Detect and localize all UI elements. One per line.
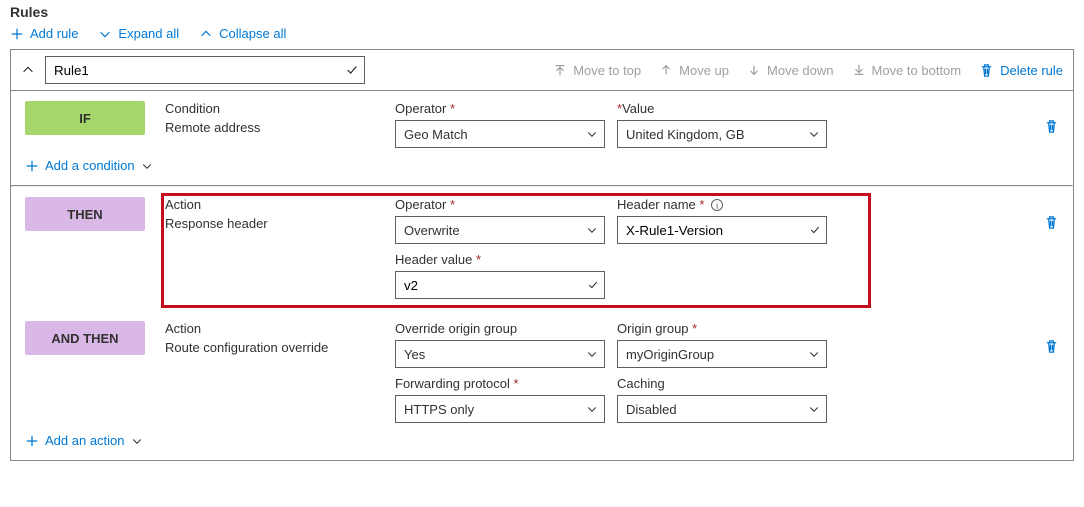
rule-card: Move to top Move up Move down Move to bo… bbox=[10, 49, 1074, 461]
override-origin-group-select[interactable]: Yes bbox=[395, 340, 605, 368]
chevron-down-icon bbox=[131, 435, 143, 447]
chevron-down-icon bbox=[586, 348, 598, 360]
forwarding-protocol-label: Forwarding protocol bbox=[395, 376, 510, 391]
required-marker: * bbox=[450, 101, 455, 116]
plus-icon bbox=[25, 434, 39, 448]
chevron-down-icon bbox=[808, 348, 820, 360]
and-then-badge: AND THEN bbox=[25, 321, 145, 355]
then-operator-label: Operator bbox=[395, 197, 446, 212]
then-operator-value: Overwrite bbox=[404, 223, 460, 238]
chevron-down-icon bbox=[586, 403, 598, 415]
chevron-down-icon bbox=[98, 27, 112, 41]
arrow-down-icon bbox=[747, 63, 761, 77]
condition-value: Remote address bbox=[165, 120, 375, 135]
move-to-bottom-button[interactable]: Move to bottom bbox=[852, 63, 962, 78]
then-section: THEN Action Response header Operator * O… bbox=[11, 187, 1073, 460]
required-marker: * bbox=[514, 376, 519, 391]
if-row: IF Condition Remote address Operator * G… bbox=[11, 91, 1073, 148]
operator-label: Operator bbox=[395, 101, 446, 116]
action-value: Response header bbox=[165, 216, 375, 231]
if-badge: IF bbox=[25, 101, 145, 135]
chevron-down-icon bbox=[808, 128, 820, 140]
add-action-button[interactable]: Add an action bbox=[11, 423, 157, 460]
forwarding-protocol-value: HTTPS only bbox=[404, 402, 474, 417]
chevron-down-icon bbox=[141, 160, 153, 172]
operator-value: Geo Match bbox=[404, 127, 468, 142]
check-icon bbox=[809, 224, 821, 236]
check-icon bbox=[345, 63, 359, 77]
add-rule-button[interactable]: Add rule bbox=[10, 26, 78, 41]
chevron-down-icon bbox=[586, 128, 598, 140]
header-value-input[interactable] bbox=[395, 271, 605, 299]
move-top-icon bbox=[553, 63, 567, 77]
move-to-top-button[interactable]: Move to top bbox=[553, 63, 641, 78]
operator-select[interactable]: Geo Match bbox=[395, 120, 605, 148]
origin-group-value: myOriginGroup bbox=[626, 347, 714, 362]
rule-header: Move to top Move up Move down Move to bo… bbox=[11, 50, 1073, 91]
action2-label: Action bbox=[165, 321, 375, 336]
header-value-label: Header value bbox=[395, 252, 472, 267]
add-condition-button[interactable]: Add a condition bbox=[11, 148, 167, 185]
delete-action2-icon[interactable] bbox=[1044, 339, 1059, 354]
required-marker: * bbox=[450, 197, 455, 212]
action-label: Action bbox=[165, 197, 375, 212]
delete-action-icon[interactable] bbox=[1044, 215, 1059, 230]
then-badge: THEN bbox=[25, 197, 145, 231]
plus-icon bbox=[25, 159, 39, 173]
move-bottom-icon bbox=[852, 63, 866, 77]
override-origin-group-value: Yes bbox=[404, 347, 425, 362]
required-marker: * bbox=[476, 252, 481, 267]
header-name-label: Header name bbox=[617, 197, 696, 212]
action2-value: Route configuration override bbox=[165, 340, 375, 355]
move-down-button[interactable]: Move down bbox=[747, 63, 833, 78]
caching-select[interactable]: Disabled bbox=[617, 395, 827, 423]
add-rule-label: Add rule bbox=[30, 26, 78, 41]
caching-value: Disabled bbox=[626, 402, 677, 417]
info-icon[interactable]: i bbox=[711, 199, 723, 211]
plus-icon bbox=[10, 27, 24, 41]
check-icon bbox=[587, 279, 599, 291]
move-up-label: Move up bbox=[679, 63, 729, 78]
collapse-all-button[interactable]: Collapse all bbox=[199, 26, 286, 41]
add-action-label: Add an action bbox=[45, 433, 125, 448]
delete-rule-label: Delete rule bbox=[1000, 63, 1063, 78]
expand-all-button[interactable]: Expand all bbox=[98, 26, 179, 41]
collapse-all-label: Collapse all bbox=[219, 26, 286, 41]
trash-icon bbox=[979, 63, 994, 78]
origin-group-label: Origin group bbox=[617, 321, 689, 336]
value-select[interactable]: United Kingdom, GB bbox=[617, 120, 827, 148]
override-origin-group-label: Override origin group bbox=[395, 321, 605, 336]
arrow-up-icon bbox=[659, 63, 673, 77]
delete-rule-button[interactable]: Delete rule bbox=[979, 63, 1063, 78]
value-label: Value bbox=[622, 101, 654, 116]
move-up-button[interactable]: Move up bbox=[659, 63, 729, 78]
collapse-rule-icon[interactable] bbox=[21, 63, 35, 77]
delete-condition-icon[interactable] bbox=[1044, 119, 1059, 134]
and-then-row: AND THEN Action Route configuration over… bbox=[11, 311, 1073, 423]
then-operator-select[interactable]: Overwrite bbox=[395, 216, 605, 244]
caching-label: Caching bbox=[617, 376, 827, 391]
rule-name-input[interactable] bbox=[45, 56, 365, 84]
rules-toolbar: Add rule Expand all Collapse all bbox=[10, 26, 1074, 41]
origin-group-select[interactable]: myOriginGroup bbox=[617, 340, 827, 368]
chevron-up-icon bbox=[199, 27, 213, 41]
page-title: Rules bbox=[10, 4, 1074, 20]
header-name-input[interactable] bbox=[617, 216, 827, 244]
move-down-label: Move down bbox=[767, 63, 833, 78]
then-row: THEN Action Response header Operator * O… bbox=[11, 187, 1073, 311]
required-marker: * bbox=[699, 197, 704, 212]
value-value: United Kingdom, GB bbox=[626, 127, 745, 142]
add-condition-label: Add a condition bbox=[45, 158, 135, 173]
forwarding-protocol-select[interactable]: HTTPS only bbox=[395, 395, 605, 423]
chevron-down-icon bbox=[808, 403, 820, 415]
required-marker: * bbox=[692, 321, 697, 336]
move-bottom-label: Move to bottom bbox=[872, 63, 962, 78]
chevron-down-icon bbox=[586, 224, 598, 236]
move-top-label: Move to top bbox=[573, 63, 641, 78]
condition-label: Condition bbox=[165, 101, 375, 116]
expand-all-label: Expand all bbox=[118, 26, 179, 41]
